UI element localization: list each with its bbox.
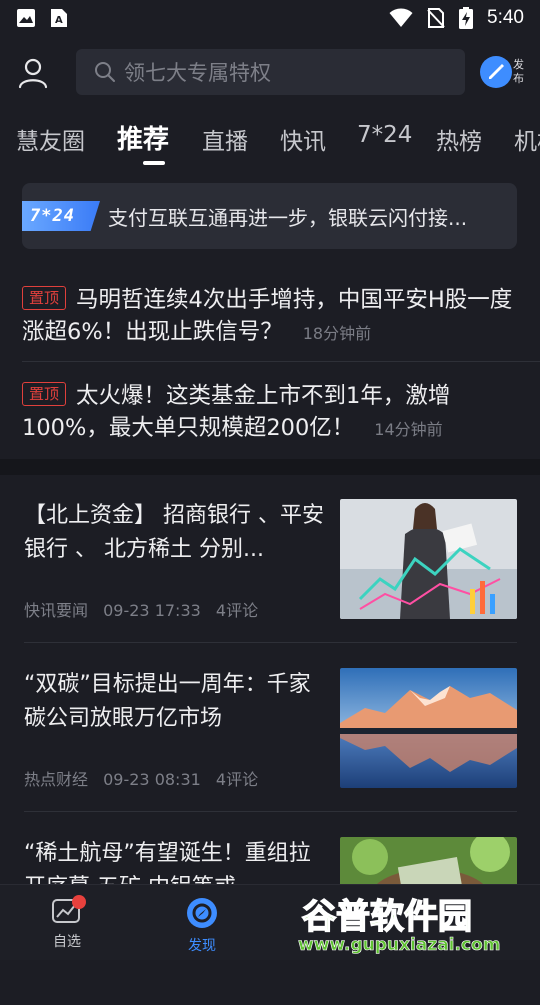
active-tab-indicator — [143, 161, 165, 165]
battery-charging-icon — [459, 7, 474, 29]
tab-flash-news[interactable]: 快讯 — [280, 122, 326, 156]
wifi-icon — [389, 8, 413, 27]
category-tabs: 慧友圈 推荐 直播 快讯 7*24 热榜 机构 — [0, 112, 540, 168]
pinned-item[interactable]: 置顶 马明哲连续4次出手增持，中国平安H股一度涨超6%！出现止跌信号？ 18分钟前 — [22, 284, 518, 350]
divider — [22, 361, 540, 362]
divider — [24, 642, 517, 643]
news-meta: 快讯要闻 09-23 17:33 4评论 — [24, 597, 268, 621]
news-comments: 4评论 — [215, 770, 259, 789]
tab-recommended[interactable]: 推荐 — [117, 119, 169, 156]
news-meta: 热点财经 09-23 08:31 4评论 — [24, 766, 268, 790]
user-icon — [18, 58, 48, 89]
nav-label: 自选 — [53, 934, 81, 950]
flash-text: 支付互联互通再进一步，银联云闪付接... — [108, 205, 468, 230]
profile-button[interactable] — [16, 56, 50, 90]
top-bar: 领七大专属特权 发布 — [0, 44, 540, 100]
pinned-badge: 置顶 — [22, 382, 67, 406]
svg-text:A: A — [55, 15, 63, 26]
news-title: 【北上资金】 招商银行 、平安银行 、 北方稀土 分别... — [24, 503, 324, 562]
section-separator — [0, 459, 540, 475]
flash-news-card[interactable]: 7*24 支付互联互通再进一步，银联云闪付接... — [22, 183, 517, 249]
discover-icon — [187, 898, 217, 928]
pinned-title: 置顶 马明哲连续4次出手增持，中国平安H股一度涨超6%！出现止跌信号？ 18分钟前 — [22, 284, 518, 350]
tab-live[interactable]: 直播 — [202, 122, 248, 156]
notification-dot — [72, 895, 86, 909]
pinned-title-text: 马明哲连续4次出手增持，中国平安H股一度涨超6%！出现止跌信号？ — [22, 287, 513, 345]
tab-huiyouquan[interactable]: 慧友圈 — [16, 122, 85, 156]
gallery-notification-icon — [17, 9, 35, 27]
publish-label: 发布 — [513, 58, 524, 85]
pinned-item[interactable]: 置顶 太火爆！这类基金上市不到1年，激增100%，最大单只规模超200亿！ 14分钟… — [22, 380, 518, 446]
clock: 5:40 — [487, 7, 524, 28]
news-time: 09-23 17:33 — [103, 601, 201, 620]
font-notification-icon: A — [51, 9, 67, 27]
divider — [24, 811, 517, 812]
pinned-badge: 置顶 — [22, 286, 67, 310]
news-title: “双碳”目标提出一周年：千家碳公司放眼万亿市场 — [24, 672, 311, 731]
news-time: 09-23 08:31 — [103, 770, 201, 789]
tab-institution[interactable]: 机构 — [514, 122, 540, 156]
tab-7x24[interactable]: 7*24 — [357, 122, 412, 148]
no-sim-icon — [427, 8, 445, 28]
news-source: 快讯要闻 — [24, 601, 89, 620]
search-icon — [95, 62, 115, 82]
tab-hot-list[interactable]: 热榜 — [436, 122, 482, 156]
news-comments: 4评论 — [215, 601, 259, 620]
nav-label: 发现 — [188, 938, 216, 954]
pinned-time: 14分钟前 — [374, 420, 443, 439]
compose-icon — [480, 56, 512, 88]
nav-watchlist[interactable]: 自选 — [37, 895, 97, 951]
watermark-brand: 谷普软件园 — [302, 897, 472, 937]
status-bar: A 5:40 — [0, 0, 540, 36]
publish-button[interactable]: 发布 — [478, 52, 530, 92]
news-thumbnail-businesswoman — [340, 499, 517, 619]
pinned-time: 18分钟前 — [302, 324, 372, 343]
news-source: 热点财经 — [24, 770, 89, 789]
flash-badge: 7*24 — [22, 201, 100, 231]
search-placeholder: 领七大专属特权 — [124, 61, 271, 85]
nav-discover[interactable]: 发现 — [172, 897, 232, 955]
pinned-title: 置顶 太火爆！这类基金上市不到1年，激增100%，最大单只规模超200亿！ 14分钟… — [22, 380, 518, 446]
news-thumbnail-mountain-lake — [340, 668, 517, 788]
search-bar[interactable]: 领七大专属特权 — [76, 49, 465, 95]
watermark-url: www.gupuxiazai.com — [298, 935, 500, 955]
watermark: 谷普软件园 www.gupuxiazai.com — [290, 886, 540, 960]
